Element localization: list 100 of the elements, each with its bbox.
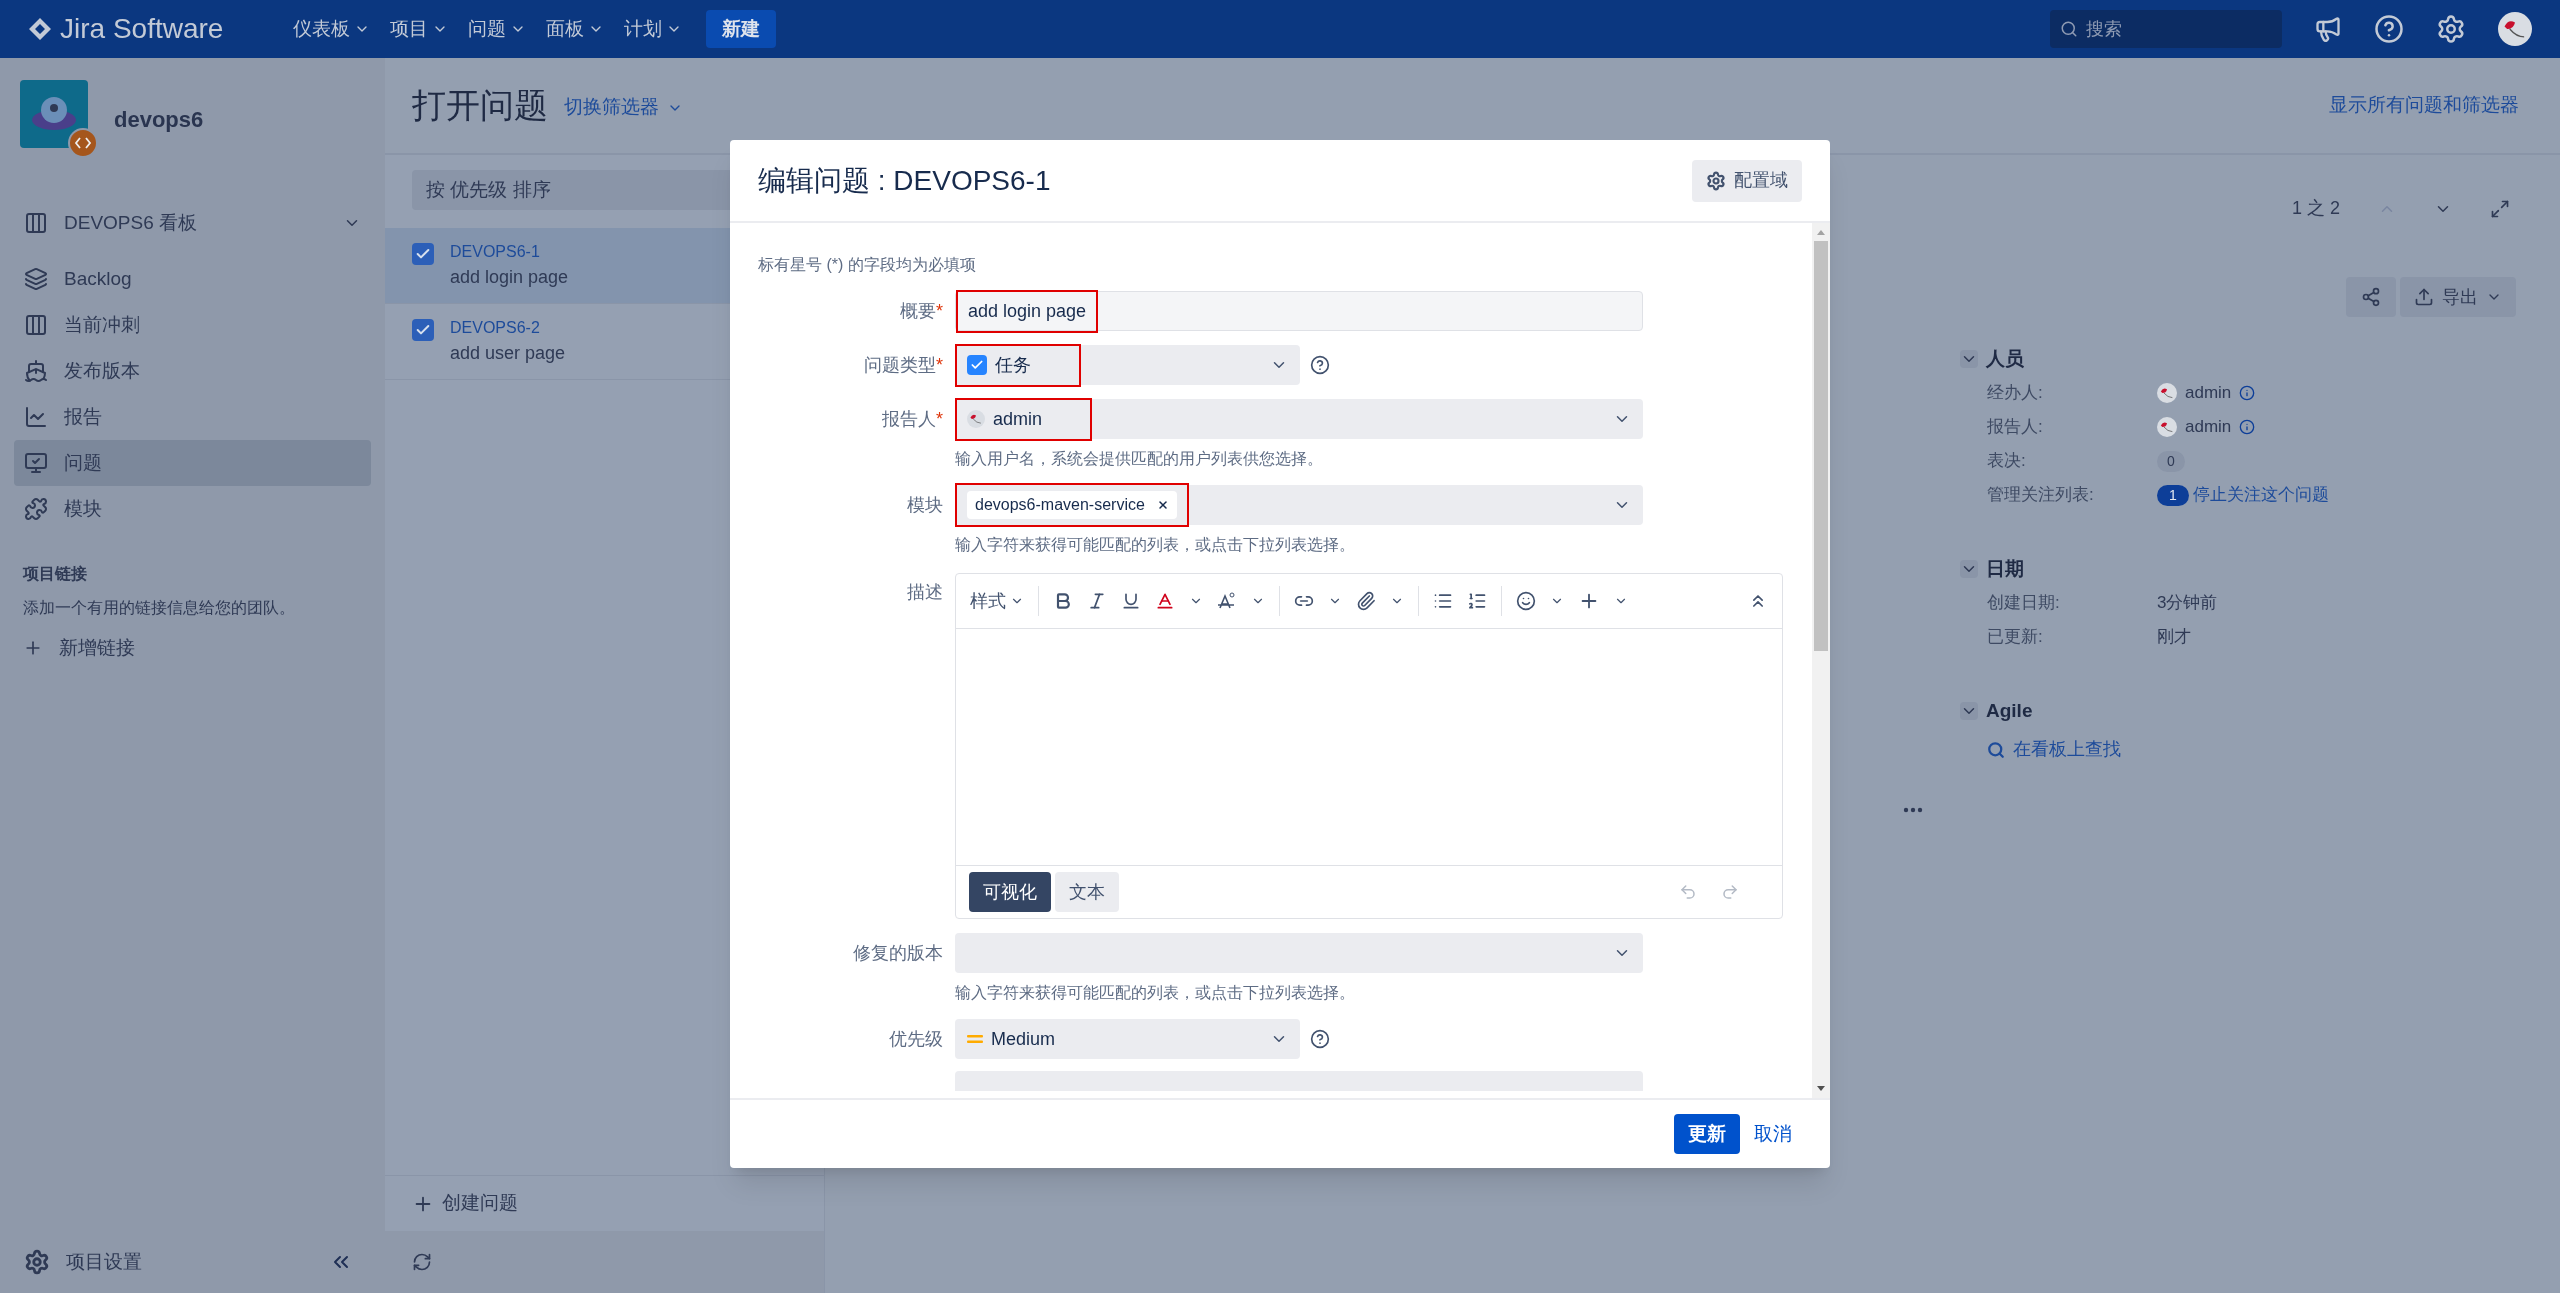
section-toggle-icon[interactable]: [1960, 702, 1978, 720]
field-label: 表决:: [1986, 450, 2027, 473]
field-hint: 输入字符来获得可能匹配的列表，或点击下拉列表选择。: [955, 983, 1356, 1003]
export-button[interactable]: 导出: [2400, 277, 2516, 317]
share-icon: [2361, 287, 2381, 307]
priority-medium-icon: [967, 1033, 983, 1045]
section-title: 人员: [1986, 346, 2024, 371]
field-label: 模块: [907, 494, 943, 517]
component-tag: devops6-maven-service: [967, 491, 1177, 519]
issue-summary: add login page: [450, 266, 569, 289]
sidebar-item[interactable]: 问题: [14, 440, 371, 486]
field-hint: 输入字符来获得可能匹配的列表，或点击下拉列表选择。: [955, 535, 1356, 555]
user-avatar-icon: [2157, 383, 2177, 403]
more-icon[interactable]: [1903, 807, 1923, 813]
numbered-list-icon[interactable]: [1467, 591, 1487, 611]
sidebar-item[interactable]: Backlog: [14, 256, 371, 302]
user-avatar-icon: [2498, 12, 2532, 46]
summary-field[interactable]: add login page: [955, 291, 1643, 331]
issue-key: DEVOPS6-1: [450, 240, 569, 264]
user-avatar-icon: [967, 410, 985, 428]
task-icon: [412, 243, 434, 265]
italic-icon[interactable]: [1087, 591, 1107, 611]
help-icon[interactable]: [1310, 355, 1330, 375]
switch-filter-button[interactable]: 切换筛选器: [564, 93, 683, 122]
nav-menu[interactable]: 项目: [390, 14, 449, 44]
user-name: admin: [2185, 382, 2232, 405]
issue-type-select[interactable]: 任务: [955, 345, 1300, 385]
configure-fields-button[interactable]: 配置域: [1692, 159, 1802, 202]
page-title: 打开问题: [412, 85, 548, 126]
nav-menu[interactable]: 面板: [546, 14, 605, 44]
search-field[interactable]: 搜索: [2050, 10, 2282, 48]
cancel-link[interactable]: 取消: [1754, 1119, 1792, 1149]
task-icon: [967, 355, 987, 375]
nav-item-icon: [24, 451, 48, 475]
info-icon[interactable]: [2239, 419, 2256, 435]
info-icon[interactable]: [2239, 385, 2256, 401]
find-on-board-link[interactable]: 在看板上查找: [1987, 736, 2121, 763]
scrollbar[interactable]: [1812, 223, 1830, 1098]
field-label: 问题类型*: [864, 354, 943, 377]
megaphone-icon[interactable]: [2314, 15, 2342, 43]
diamond-logo-icon: [28, 17, 52, 41]
expand-icon[interactable]: [2490, 198, 2510, 219]
priority-select[interactable]: Medium: [955, 1019, 1300, 1059]
sidebar-item[interactable]: 模块: [14, 486, 371, 532]
settings-icon: [1706, 170, 1726, 191]
settings-icon[interactable]: [2436, 14, 2466, 44]
search-icon: [1987, 740, 2005, 759]
reporter-select[interactable]: admin: [955, 399, 1643, 439]
field-label: 概要*: [900, 300, 943, 323]
stop-watching-link[interactable]: 停止关注这个问题: [2192, 482, 2329, 508]
date-value: 刚才: [2157, 626, 2191, 649]
add-link-button[interactable]: 新增链接: [23, 634, 371, 663]
editor-mode-tab[interactable]: 文本: [1055, 872, 1119, 912]
section-heading: 项目链接: [23, 564, 88, 584]
field-label: 优先级: [889, 1028, 943, 1051]
field-label: 创建日期:: [1986, 592, 2061, 615]
nav-menu[interactable]: 仪表板: [293, 14, 371, 44]
issue-summary: add user page: [450, 342, 566, 365]
user-avatar-icon: [2157, 417, 2177, 437]
nav-menu[interactable]: 计划: [624, 14, 683, 44]
nav-item-icon: [24, 497, 48, 521]
create-button[interactable]: 新建: [706, 10, 777, 48]
field-label: 报告人:: [1986, 416, 2044, 439]
section-title: 日期: [1986, 556, 2024, 581]
update-button[interactable]: 更新: [1674, 1114, 1740, 1154]
field-label: 已更新:: [1986, 626, 2044, 649]
section-toggle-icon[interactable]: [1960, 350, 1978, 368]
sidebar-item[interactable]: 报告: [14, 394, 371, 440]
nav-item-icon: [24, 267, 48, 291]
pager-text: 1 之 2: [2291, 197, 2340, 220]
help-icon[interactable]: [1310, 1029, 1330, 1049]
sidebar-item[interactable]: 当前冲刺: [14, 302, 371, 348]
nav-item-icon: [24, 359, 48, 383]
project-settings-button[interactable]: 项目设置: [24, 1247, 142, 1277]
text-color-icon[interactable]: [1155, 591, 1175, 611]
attachment-icon[interactable]: [1356, 591, 1376, 611]
section-toggle-icon[interactable]: [1960, 560, 1978, 578]
settings-icon: [24, 1249, 50, 1275]
sidebar-item[interactable]: DEVOPS6 看板: [14, 200, 371, 246]
nav-item-icon: [24, 313, 48, 337]
remove-icon[interactable]: [1156, 499, 1169, 511]
field-hint: 输入用户名，系统会提供匹配的用户列表供您选择。: [955, 449, 1324, 469]
refresh-icon[interactable]: [412, 1252, 432, 1272]
share-button[interactable]: [2346, 277, 2396, 317]
text-effects-icon[interactable]: [1217, 591, 1237, 611]
vote-count-badge: 0: [2157, 450, 2185, 472]
underline-icon[interactable]: [1121, 591, 1141, 611]
style-menu-button[interactable]: 样式: [970, 587, 1024, 615]
editor-mode-tab[interactable]: 可视化: [969, 872, 1051, 912]
nav-item-icon: [24, 211, 48, 235]
field-label: 报告人*: [882, 408, 943, 431]
emoji-icon[interactable]: [1516, 591, 1536, 611]
sidebar-item[interactable]: 发布版本: [14, 348, 371, 394]
field-label: 修复的版本: [853, 942, 943, 965]
nav-menu[interactable]: 问题: [468, 14, 527, 44]
show-all-link[interactable]: 显示所有问题和筛选器: [2329, 91, 2519, 120]
search-icon: [2060, 20, 2078, 38]
rich-text-editor[interactable]: 样式 可视化 文本: [955, 573, 1783, 919]
component-select[interactable]: devops6-maven-service: [955, 485, 1643, 525]
bullet-list-icon[interactable]: [1433, 591, 1453, 611]
